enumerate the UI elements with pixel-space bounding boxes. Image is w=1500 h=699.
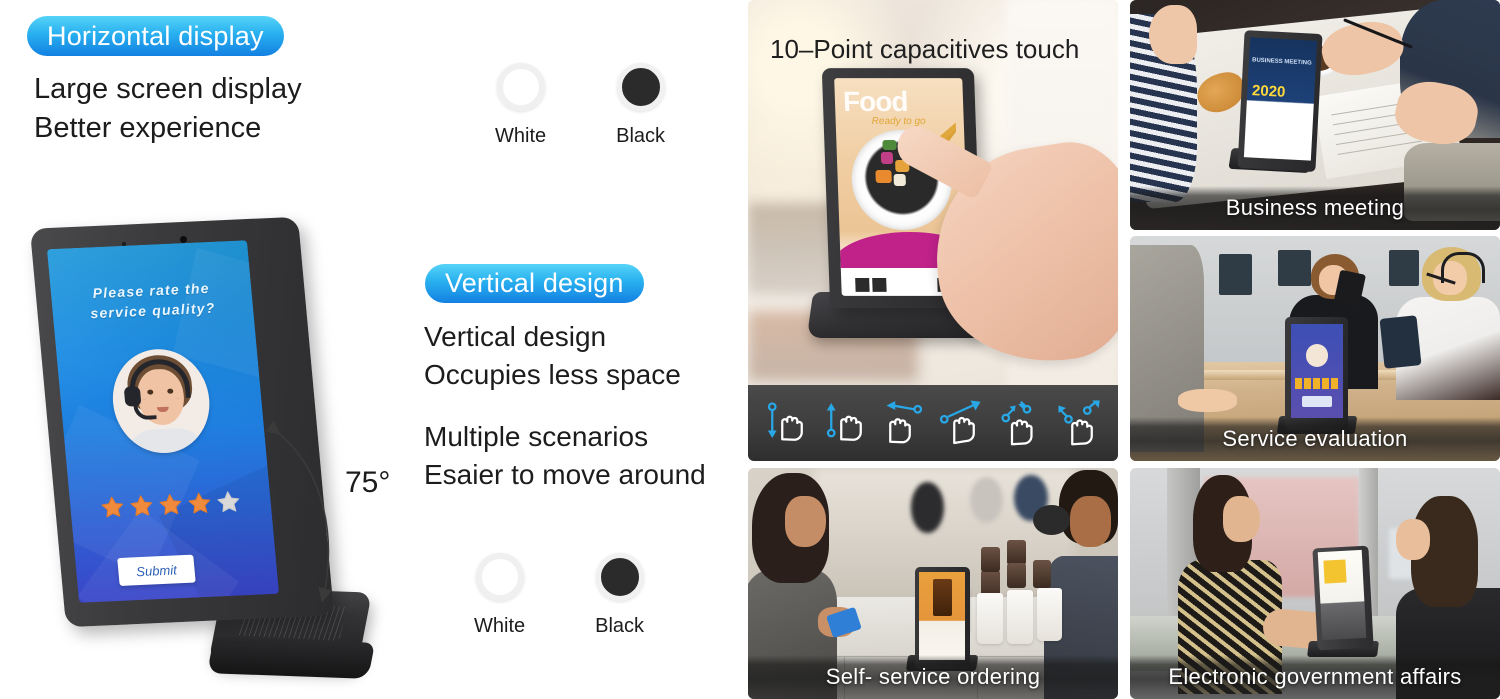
star-icon-filled[interactable] [156, 491, 184, 518]
caption-business-meeting: Business meeting [1130, 186, 1500, 230]
stacked-cup [1007, 539, 1026, 566]
device-stand-lip [207, 637, 375, 679]
paper-cup [1007, 590, 1033, 644]
star-icon-filled[interactable] [185, 490, 213, 517]
tilt-angle-arc [265, 420, 333, 603]
color-option-black[interactable]: Black [616, 63, 665, 148]
caption-electronic-government-affairs: Electronic government affairs [1130, 655, 1500, 699]
tablet-screen-product-image [933, 578, 952, 616]
vertical-design-description: Vertical design Occupies less space [424, 321, 681, 391]
white-swatch-label: White [474, 615, 526, 637]
color-options-top: White Black [495, 63, 665, 148]
wall-panel [1278, 249, 1312, 286]
color-options-bottom: White Black [474, 553, 644, 638]
swipe-left-gesture-icon [886, 401, 922, 444]
tablet-screen-year: 2020 [1251, 81, 1286, 101]
swipe-up-gesture-icon [826, 403, 862, 441]
horizontal-display-description: Large screen display Better experience [34, 73, 302, 145]
black-swatch-label: Black [616, 125, 666, 147]
black-swatch-dot [595, 553, 644, 601]
multiple-scenarios-description: Multiple scenarios Esaier to move around [424, 421, 706, 491]
white-swatch-dot [475, 553, 524, 601]
color-option-white[interactable]: White [495, 63, 546, 148]
submit-button[interactable]: Submit [117, 554, 196, 586]
star-icon-empty[interactable] [214, 488, 242, 515]
panel-touch-demo: Food Ready to go 10–Point capacitives to… [748, 0, 1118, 461]
color-option-black[interactable]: Black [595, 553, 644, 638]
paper-cup [1036, 588, 1063, 642]
device-screen[interactable]: Please rate the service quality? Submit [46, 240, 280, 603]
wall-panel [1218, 254, 1253, 295]
staff-face [1222, 495, 1260, 542]
stacked-cup [1032, 560, 1052, 589]
customer-face [785, 495, 826, 547]
headset-mic-icon [133, 403, 157, 421]
tablet-screen-avatar [1305, 344, 1328, 367]
horizontal-display-badge: Horizontal display [27, 16, 284, 56]
tilt-angle-label: 75° [345, 466, 391, 499]
vertical-design-badge: Vertical design [425, 264, 644, 303]
food-garnish [875, 170, 892, 184]
food-garnish [880, 152, 894, 165]
tablet-screen-submit [1302, 395, 1332, 407]
food-garnish [893, 174, 906, 187]
person-left-hand [1148, 4, 1197, 65]
citizen-face [1396, 518, 1430, 561]
panel-self-service-ordering: Self- service ordering [748, 468, 1118, 699]
swipe-down-gesture-icon [767, 402, 803, 441]
paper-cup [977, 592, 1004, 644]
caption-service-evaluation: Service evaluation [1130, 417, 1500, 461]
qr-code-icon [872, 277, 887, 292]
swipe-up-right-gesture-icon [939, 400, 980, 445]
qr-code-icon [855, 277, 870, 292]
black-swatch-dot [616, 63, 665, 111]
caption-self-service-ordering: Self- service ordering [748, 655, 1118, 699]
food-garnish [882, 140, 897, 151]
stacked-cup [981, 546, 1000, 572]
avatar-shoulders [123, 427, 209, 456]
white-swatch-dot [496, 63, 545, 111]
barista-face [1069, 495, 1111, 547]
background-person [910, 481, 945, 533]
coffee-mug-image [1032, 504, 1070, 535]
panel-business-meeting: BUSINESS MEETING 2020 Business meeting [1130, 0, 1500, 230]
tablet-screen-stars [1294, 377, 1340, 389]
gesture-legend-bar [748, 385, 1118, 461]
touch-headline: 10–Point capacitives touch [770, 34, 1080, 64]
color-option-white[interactable]: White [474, 553, 525, 638]
black-swatch-label: Black [595, 615, 645, 637]
tablet-screen-banner [1323, 559, 1348, 585]
customer-hand [1178, 389, 1238, 412]
stacked-cup [1007, 562, 1026, 589]
white-swatch-label: White [495, 125, 547, 147]
panel-electronic-government-affairs: Electronic government affairs [1130, 468, 1500, 699]
wall-panel [1389, 249, 1419, 286]
star-icon-filled[interactable] [127, 492, 155, 519]
product-feature-sheet: Horizontal display Large screen display … [0, 0, 1500, 699]
star-icon-filled[interactable] [98, 494, 126, 521]
pinch-in-gesture-icon [1058, 400, 1100, 446]
menu-title-text: Food [842, 86, 908, 118]
pinch-out-gesture-icon [1000, 400, 1033, 446]
panel-service-evaluation: Service evaluation [1130, 236, 1500, 461]
held-tablet [1379, 315, 1422, 369]
